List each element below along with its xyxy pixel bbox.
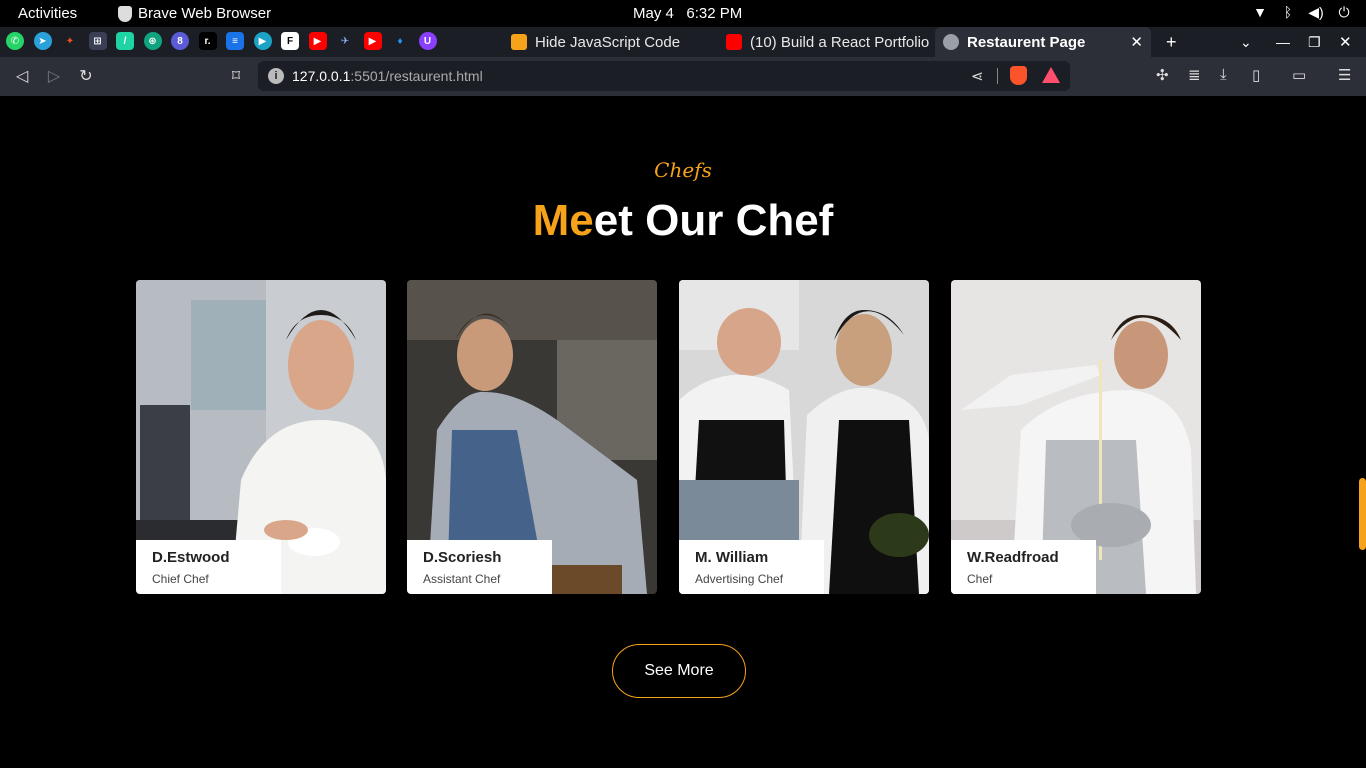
chef-name: D.Estwood [152, 549, 230, 566]
time: 6:32 PM [686, 5, 743, 22]
url-text[interactable]: 127.0.0.1:5501/restaurent.html [292, 68, 483, 84]
system-top-bar: Activities Brave Web Browser May 4 6:32 … [0, 0, 1366, 27]
app-name: Brave Web Browser [138, 5, 272, 22]
reload-icon[interactable]: ↻ [76, 66, 96, 86]
bluetooth-icon: ᛒ [1283, 4, 1293, 20]
youtube-icon[interactable]: ▶ [363, 32, 382, 50]
docs-icon[interactable]: ≡ [226, 32, 244, 50]
pinned-tabs: ✆ ➤ ✦ ⊞ / ⊛ 8 r. ≡ ▶ F ▶ ✈ ▶ ♦ U [6, 32, 437, 50]
u-app-icon[interactable]: U [418, 32, 437, 50]
chef-name: D.Scoriesh [423, 549, 502, 566]
chef-label: M. William Advertising Chef [679, 540, 824, 594]
youtube-icon[interactable]: ▶ [308, 32, 327, 50]
site-info-icon[interactable]: i [268, 68, 284, 84]
chef-role: Chef [967, 572, 993, 586]
restaurant-page: Chefs Meet Our Chef D.Estwood Chief Chef [0, 96, 1366, 768]
wifi-icon: ▼ [1253, 4, 1267, 20]
playlist-icon[interactable]: ≣ [1188, 66, 1201, 84]
whatsapp-icon[interactable]: ✆ [6, 32, 24, 50]
tool-icon[interactable]: / [116, 32, 134, 50]
volume-icon: ◀) [1308, 3, 1324, 20]
notion-icon[interactable]: r. [198, 32, 217, 50]
chef-role: Assistant Chef [423, 572, 501, 586]
date: May 4 [633, 5, 674, 22]
chef-card[interactable]: D.Estwood Chief Chef [136, 280, 386, 594]
extensions-icon[interactable]: ✣ [1156, 66, 1169, 84]
scrollbar-thumb[interactable] [1359, 478, 1366, 550]
tab-list-chevron-icon[interactable]: ⌄ [1240, 27, 1252, 57]
app-menu[interactable]: Brave Web Browser [118, 5, 271, 22]
tab-label: (10) Build a React Portfolio [750, 33, 930, 51]
activities-button[interactable]: Activities [18, 5, 77, 22]
new-tab-icon[interactable]: + [1166, 27, 1177, 57]
game-icon[interactable]: ⊞ [88, 32, 107, 50]
close-window-icon[interactable]: ✕ [1339, 27, 1352, 57]
play-icon[interactable]: ▶ [253, 32, 272, 50]
tab-strip: ✆ ➤ ✦ ⊞ / ⊛ 8 r. ≡ ▶ F ▶ ✈ ▶ ♦ U Hide Ja… [0, 27, 1366, 57]
brave-shields-icon[interactable] [1010, 66, 1027, 85]
url-host: 127.0.0.1 [292, 68, 351, 84]
chef-role: Chief Chef [152, 572, 209, 586]
menu-icon[interactable]: ☰ [1338, 66, 1351, 84]
system-tray[interactable]: ▼ ᛒ ◀) ⏻ [1252, 3, 1352, 21]
chef-label: D.Scoriesh Assistant Chef [407, 540, 552, 594]
tab-label: Hide JavaScript Code [535, 33, 681, 51]
send-icon[interactable]: ✈ [336, 32, 354, 50]
maximize-icon[interactable]: ❐ [1308, 27, 1321, 57]
chatgpt-icon[interactable]: ⊛ [143, 32, 162, 50]
divider [997, 68, 998, 84]
youtube-icon [726, 34, 742, 50]
download-icon[interactable]: ⤓ [1220, 66, 1227, 83]
tab-restaurent-page[interactable]: Restaurent Page ✕ [935, 27, 1151, 57]
title-rest: et Our Chef [593, 196, 834, 245]
url-path: :5501/restaurent.html [350, 68, 483, 84]
browser-toolbar: ◁ ▷ ↻ ⌑ i 127.0.0.1:5501/restaurent.html… [0, 57, 1366, 96]
share-icon[interactable]: ⋖ [971, 67, 984, 85]
tab-build-react-portfolio[interactable]: (10) Build a React Portfolio [718, 27, 932, 57]
minimize-icon[interactable]: — [1276, 27, 1290, 57]
blue-app-icon[interactable]: ♦ [391, 32, 409, 50]
telegram-icon[interactable]: ➤ [33, 32, 52, 50]
title-accent: Me [532, 196, 594, 245]
back-icon[interactable]: ◁ [12, 66, 32, 86]
messenger-icon[interactable]: 8 [171, 32, 189, 50]
power-icon: ⏻ [1338, 3, 1350, 20]
tab-label: Restaurent Page [967, 33, 1086, 51]
wallet-icon[interactable]: ▭ [1292, 66, 1306, 84]
brave-lion-icon [118, 5, 132, 22]
flipboard-icon[interactable]: F [281, 32, 299, 50]
chef-role: Advertising Chef [695, 572, 784, 586]
bookmark-icon [511, 34, 527, 50]
clock[interactable]: May 4 6:32 PM [633, 5, 742, 22]
chef-card[interactable]: D.Scoriesh Assistant Chef [407, 280, 657, 594]
chef-label: D.Estwood Chief Chef [136, 540, 281, 594]
brave-rewards-icon[interactable] [1042, 67, 1060, 83]
bookmark-page-icon[interactable]: ⌑ [226, 66, 246, 86]
section-subtitle: Chefs [654, 158, 712, 182]
forward-icon[interactable]: ▷ [44, 66, 64, 86]
section-title: Meet Our Chef [0, 196, 1366, 246]
tab-hide-javascript[interactable]: Hide JavaScript Code [503, 27, 715, 57]
see-more-button[interactable]: See More [612, 644, 746, 698]
figma-icon[interactable]: ✦ [61, 32, 79, 50]
chef-name: W.Readfroad [967, 549, 1059, 566]
sidebar-icon[interactable]: ▯ [1252, 66, 1260, 84]
chef-card[interactable]: M. William Advertising Chef [679, 280, 929, 594]
close-tab-icon[interactable]: ✕ [1130, 33, 1143, 51]
address-bar[interactable]: i 127.0.0.1:5501/restaurent.html ⋖ [258, 61, 1070, 91]
chef-card[interactable]: W.Readfroad Chef [951, 280, 1201, 594]
chef-name: M. William [695, 549, 769, 566]
globe-icon [943, 34, 959, 50]
chef-label: W.Readfroad Chef [951, 540, 1096, 594]
